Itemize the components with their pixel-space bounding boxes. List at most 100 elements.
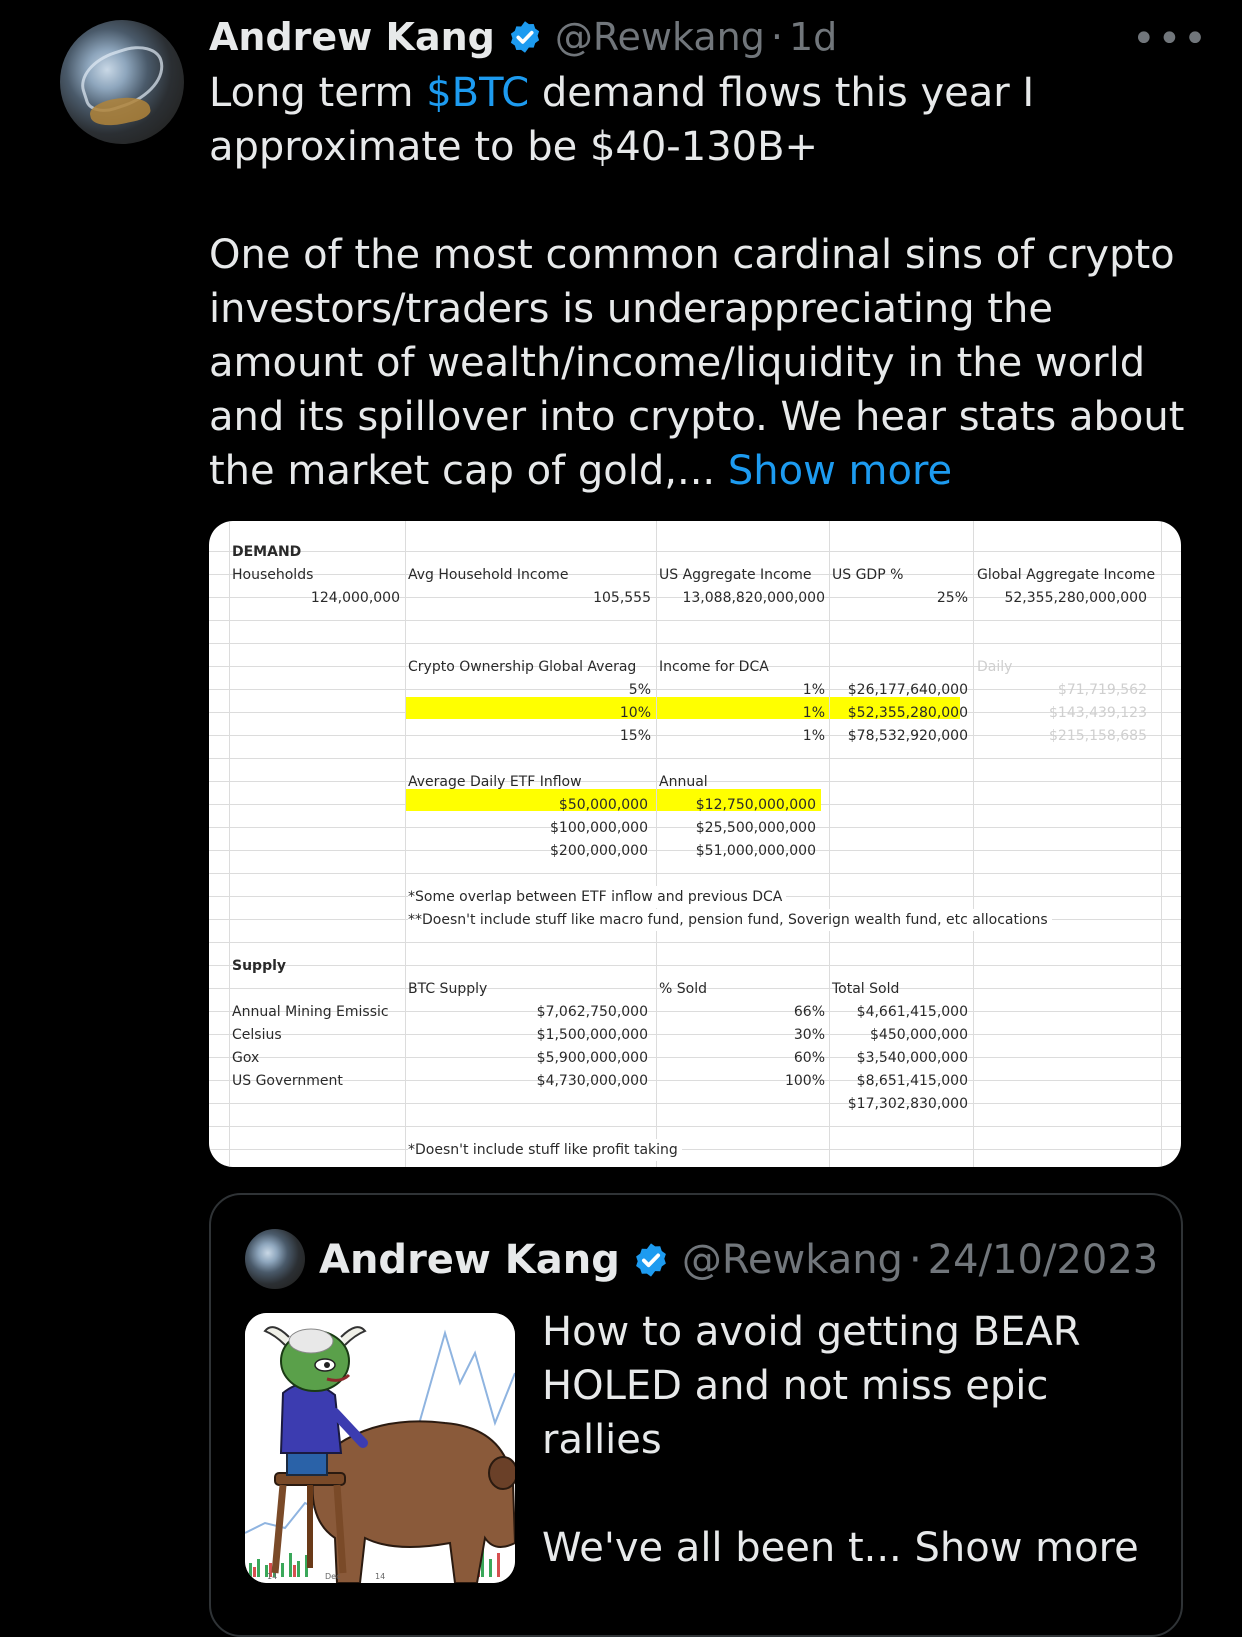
tweet-paragraph-2: One of the most common cardinal sins of … — [209, 228, 1209, 498]
grid-col — [405, 521, 406, 1167]
etf-daily: $50,000,000 — [558, 797, 648, 813]
grid-col — [229, 521, 230, 1167]
bear-meme-illustration: 14 Dec 14 — [245, 1313, 515, 1583]
supply-amount: $7,062,750,000 — [536, 1004, 648, 1020]
supply-pct: 30% — [793, 1027, 825, 1043]
quoted-author-handle: @Rewkang — [681, 1237, 903, 1283]
note-profit-taking: *Doesn't include stuff like profit takin… — [408, 1139, 682, 1161]
dca-amount: $52,355,280,000 — [847, 705, 968, 721]
quoted-show-more[interactable]: Show more — [914, 1525, 1138, 1571]
dca-pct: 1% — [802, 682, 825, 698]
quoted-tweet-text: How to avoid getting BEAR HOLED and not … — [542, 1305, 1162, 1575]
us-agg-label: US Aggregate Income — [659, 567, 812, 583]
verified-badge-icon — [636, 1243, 666, 1277]
supply-source: US Government — [232, 1073, 343, 1089]
demand-label: DEMAND — [232, 544, 302, 560]
svg-text:14: 14 — [375, 1572, 385, 1581]
quoted-author-name: Andrew Kang — [319, 1237, 620, 1283]
income-dca-label: Income for DCA — [659, 659, 769, 675]
global-agg-label: Global Aggregate Income — [977, 567, 1156, 583]
etf-daily: $200,000,000 — [550, 843, 648, 859]
households-value: 124,000,000 — [310, 590, 400, 606]
show-more-link[interactable]: Show more — [728, 448, 952, 494]
supply-pct: 100% — [784, 1073, 825, 1089]
dca-own: 5% — [628, 682, 651, 698]
grid-row — [209, 943, 1181, 966]
households-label: Households — [232, 567, 314, 583]
dca-own: 10% — [619, 705, 651, 721]
supply-amount: $1,500,000,000 — [536, 1027, 648, 1043]
dca-pct: 1% — [802, 728, 825, 744]
dca-daily: $71,719,562 — [1057, 682, 1147, 698]
etf-annual: $51,000,000,000 — [695, 843, 816, 859]
supply-total: $4,661,415,000 — [856, 1004, 968, 1020]
svg-text:Dec: Dec — [325, 1572, 340, 1581]
verified-badge-icon — [510, 21, 539, 53]
grid-row — [209, 529, 1181, 552]
us-agg-value: 13,088,820,000,000 — [682, 590, 825, 606]
supply-grand-total: $17,302,830,000 — [847, 1096, 968, 1112]
author-handle[interactable]: @Rewkang — [555, 15, 765, 59]
supply-amount: $4,730,000,000 — [536, 1073, 648, 1089]
tweet-paragraph-1: Long term $BTC demand flows this year I … — [209, 66, 1209, 174]
btc-supply-label: BTC Supply — [408, 981, 488, 997]
pct-sold-label: % Sold — [659, 981, 707, 997]
note-overlap: *Some overlap between ETF inflow and pre… — [408, 886, 787, 908]
quoted-tweet-line2: We've all been t... Show more — [542, 1521, 1162, 1575]
annual-label: Annual — [659, 774, 708, 790]
grid-col — [829, 521, 830, 1167]
dot-separator: · — [770, 15, 783, 59]
dca-pct: 1% — [802, 705, 825, 721]
quoted-tweet-header: Andrew Kang @Rewkang · 24/10/2023 — [319, 1233, 1158, 1287]
etf-annual: $12,750,000,000 — [695, 797, 816, 813]
quoted-author-avatar[interactable] — [245, 1229, 305, 1289]
gdp-label: US GDP % — [832, 567, 904, 583]
author-name[interactable]: Andrew Kang — [209, 15, 495, 59]
dot-separator: · — [908, 1237, 922, 1283]
supply-amount: $5,900,000,000 — [536, 1050, 648, 1066]
tweet-time[interactable]: 1d — [789, 15, 837, 59]
crypto-own-label: Crypto Ownership Global Averag — [408, 659, 637, 675]
daily-label: Daily — [977, 659, 1013, 675]
svg-text:14: 14 — [267, 1572, 277, 1581]
supply-total: $450,000,000 — [870, 1027, 968, 1043]
dca-amount: $78,532,920,000 — [847, 728, 968, 744]
note-exclusions: **Doesn't include stuff like macro fund,… — [408, 909, 1052, 931]
spreadsheet-image[interactable]: DEMAND Households Avg Household Income U… — [209, 521, 1181, 1167]
avg-income-value: 105,555 — [593, 590, 651, 606]
quoted-tweet-line1: How to avoid getting BEAR HOLED and not … — [542, 1309, 1081, 1463]
more-options-icon[interactable]: ••• — [1132, 19, 1209, 59]
dca-daily: $143,439,123 — [1049, 705, 1147, 721]
etf-label: Average Daily ETF Inflow — [408, 774, 582, 790]
grid-row — [209, 1104, 1181, 1127]
author-avatar[interactable] — [60, 20, 184, 144]
supply-source: Gox — [232, 1050, 260, 1066]
tweet-text: Long term $BTC demand flows this year I … — [209, 66, 1209, 498]
quoted-tweet-card[interactable]: Andrew Kang @Rewkang · 24/10/2023 14 Dec… — [209, 1193, 1183, 1637]
supply-total: $8,651,415,000 — [856, 1073, 968, 1089]
quoted-tweet-date: 24/10/2023 — [927, 1237, 1159, 1283]
grid-row — [209, 1127, 1181, 1150]
grid-col — [1161, 521, 1162, 1167]
quoted-tweet-thumbnail[interactable]: 14 Dec 14 — [245, 1313, 515, 1583]
etf-daily: $100,000,000 — [550, 820, 648, 836]
dca-own: 15% — [619, 728, 651, 744]
etf-annual: $25,500,000,000 — [695, 820, 816, 836]
grid-row — [209, 621, 1181, 644]
tweet-text-start: Long term — [209, 70, 427, 116]
supply-source: Celsius — [232, 1027, 282, 1043]
grid-col — [973, 521, 974, 1167]
tweet-paragraph-2-text: One of the most common cardinal sins of … — [209, 232, 1185, 494]
dca-daily: $215,158,685 — [1049, 728, 1147, 744]
supply-source: Annual Mining Emissic — [232, 1004, 389, 1020]
total-sold-label: Total Sold — [832, 981, 900, 997]
supply-total: $3,540,000,000 — [856, 1050, 968, 1066]
supply-pct: 60% — [793, 1050, 825, 1066]
supply-label: Supply — [232, 958, 287, 974]
quoted-tweet-line2-text: We've all been t... — [542, 1525, 915, 1571]
avg-income-label: Avg Household Income — [408, 567, 569, 583]
dca-amount: $26,177,640,000 — [847, 682, 968, 698]
global-agg-value: 52,355,280,000,000 — [1004, 590, 1147, 606]
btc-cashtag-link[interactable]: $BTC — [426, 70, 529, 116]
